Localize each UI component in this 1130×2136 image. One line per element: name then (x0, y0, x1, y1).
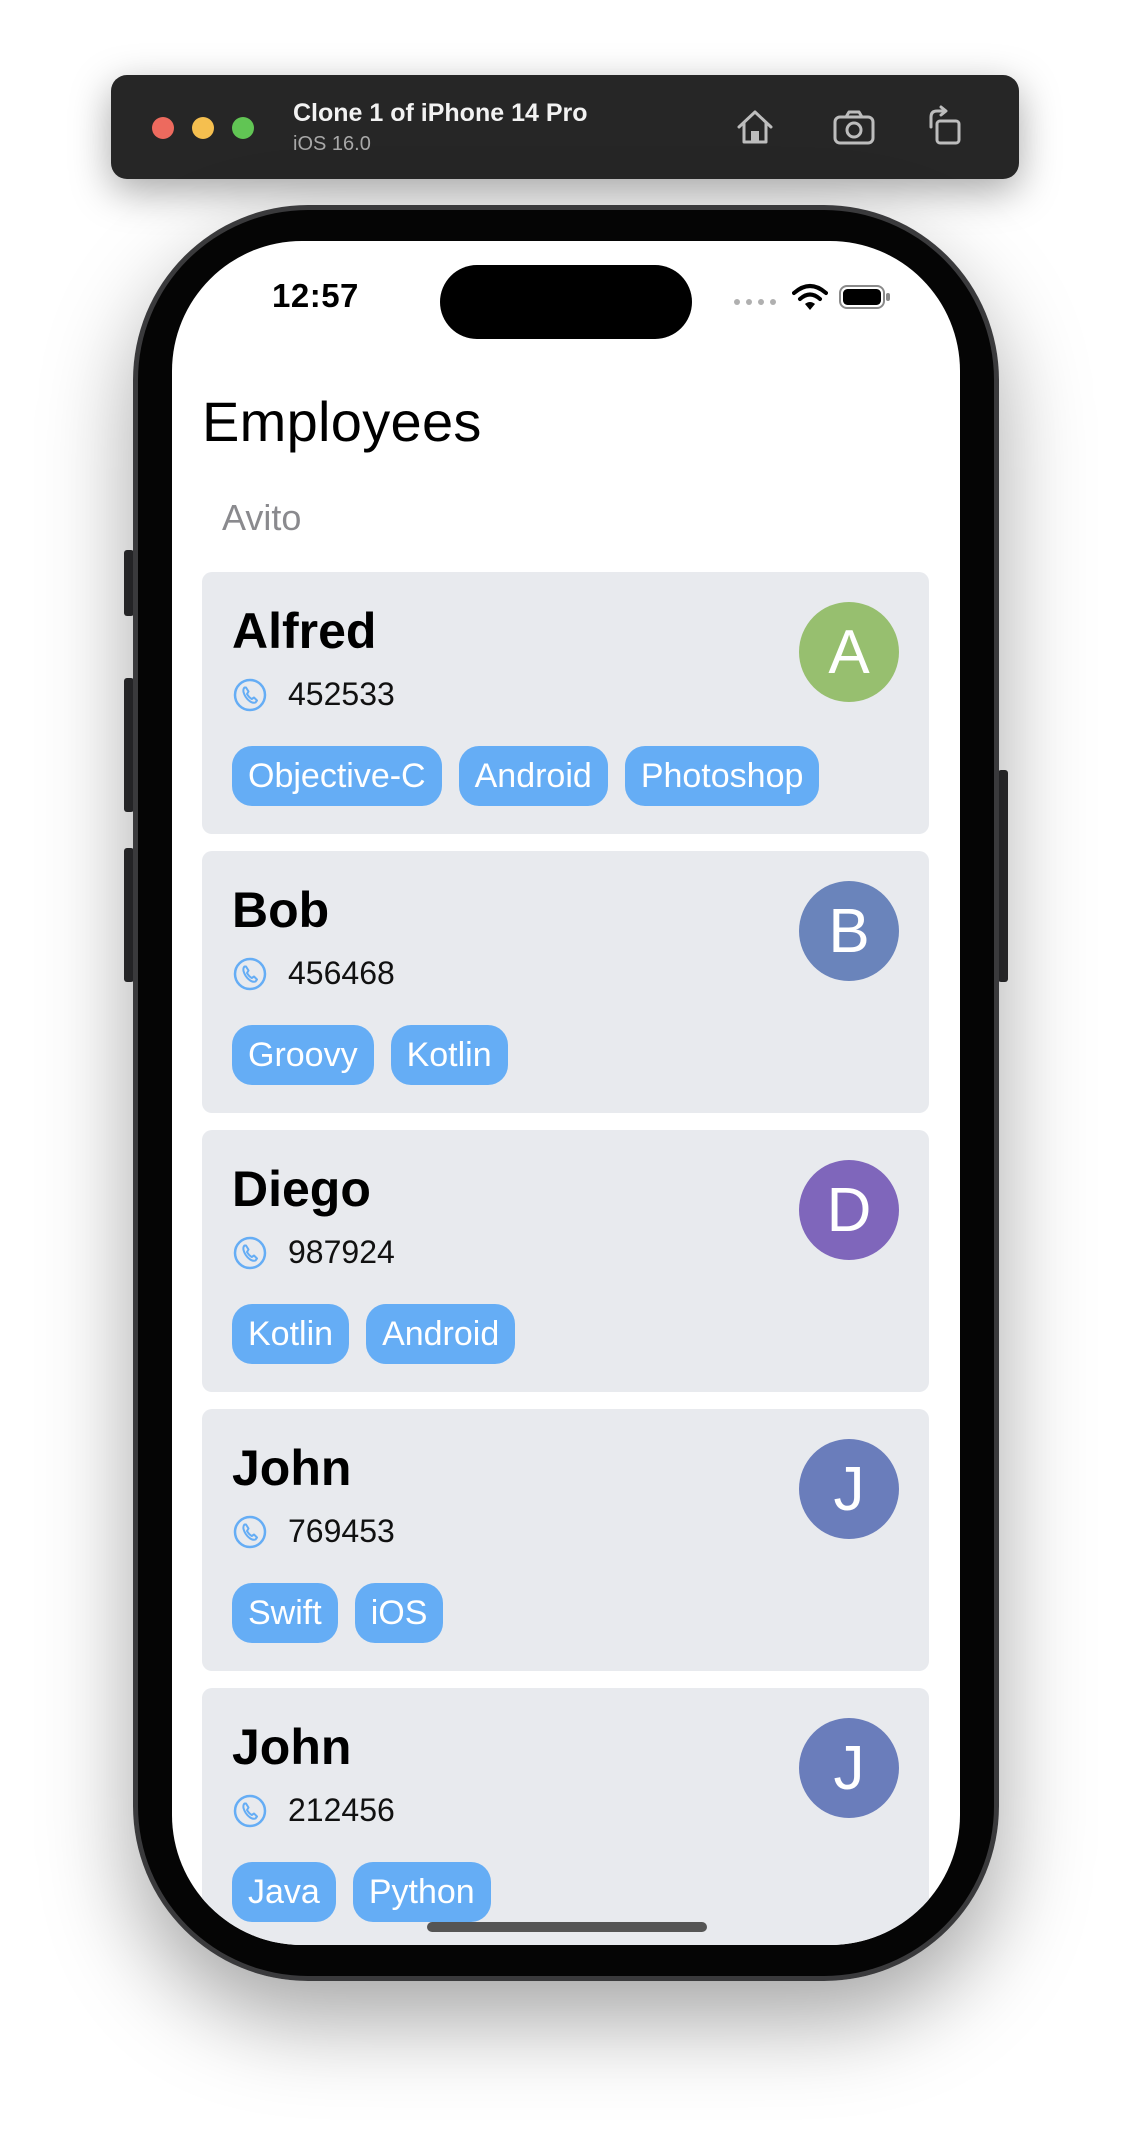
skill-tag: iOS (354, 1583, 444, 1643)
dynamic-island (440, 265, 692, 339)
phone-row: 987924 (232, 1234, 395, 1271)
zoom-window-button[interactable] (232, 117, 254, 139)
phone-row: 452533 (232, 676, 395, 713)
phone-screen: 12:57 Employees Avito Alfred 452533 Object… (172, 241, 960, 1945)
skill-tag: Photoshop (624, 746, 820, 806)
power-button (998, 770, 1008, 982)
section-header: Avito (222, 497, 302, 538)
employee-card[interactable]: John 769453 Swift iOS J (202, 1409, 929, 1671)
skill-tag: Java (232, 1862, 336, 1922)
phone-number: 452533 (288, 676, 395, 712)
phone-row: 769453 (232, 1513, 395, 1550)
employee-card[interactable]: John 212456 Java Python J (202, 1688, 929, 1945)
avatar: B (799, 881, 899, 981)
phone-number: 456468 (288, 955, 395, 991)
avatar: J (799, 1718, 899, 1818)
skill-tags: Kotlin Android (232, 1304, 516, 1364)
avatar: D (799, 1160, 899, 1260)
phone-icon (232, 1793, 268, 1829)
phone-row: 456468 (232, 955, 395, 992)
skill-tag: Python (352, 1862, 491, 1922)
skill-tag: Swift (232, 1583, 338, 1643)
screenshot-button[interactable] (831, 103, 879, 151)
skill-tags: Groovy Kotlin (232, 1025, 508, 1085)
simulator-toolbar: Clone 1 of iPhone 14 Pro iOS 16.0 (111, 75, 1019, 179)
phone-number: 212456 (288, 1792, 395, 1828)
phone-icon (232, 677, 268, 713)
phone-icon (232, 1235, 268, 1271)
skill-tags: Objective-C Android Photoshop (232, 746, 820, 806)
skill-tags: Swift iOS (232, 1583, 444, 1643)
phone-number: 987924 (288, 1234, 395, 1270)
employee-name: Diego (232, 1161, 371, 1217)
wifi-icon (792, 284, 828, 310)
close-window-button[interactable] (152, 117, 174, 139)
page-title: Employees (202, 390, 482, 453)
skill-tag: Kotlin (232, 1304, 350, 1364)
status-time: 12:57 (272, 277, 359, 314)
employee-name: Bob (232, 882, 330, 938)
avatar: A (799, 602, 899, 702)
avatar: J (799, 1439, 899, 1539)
skill-tag: Groovy (232, 1025, 374, 1085)
skill-tag: Android (366, 1304, 516, 1364)
signal-dots-icon (734, 299, 776, 305)
employee-list[interactable]: Alfred 452533 Objective-C Android Photoshop A… (202, 572, 929, 1945)
skill-tag: Kotlin (390, 1025, 508, 1085)
employee-name: Alfred (232, 603, 377, 659)
phone-row: 212456 (232, 1792, 395, 1829)
employee-card[interactable]: Bob 456468 Groovy Kotlin B (202, 851, 929, 1113)
employee-name: John (232, 1719, 352, 1775)
phone-icon (232, 1514, 268, 1550)
minimize-window-button[interactable] (192, 117, 214, 139)
phone-number: 769453 (288, 1513, 395, 1549)
home-icon (737, 110, 773, 144)
employee-card[interactable]: Diego 987924 Kotlin Android D (202, 1130, 929, 1392)
rotate-button[interactable] (921, 103, 969, 151)
simulator-subtitle: iOS 16.0 (293, 133, 371, 155)
rotate-icon (929, 105, 961, 145)
home-button[interactable] (731, 103, 779, 151)
home-indicator[interactable] (427, 1922, 707, 1932)
battery-icon (839, 285, 890, 309)
status-icons (734, 283, 892, 311)
employee-card[interactable]: Alfred 452533 Objective-C Android Photoshop A (202, 572, 929, 834)
employee-name: John (232, 1440, 352, 1496)
skill-tag: Objective-C (232, 746, 442, 806)
skill-tags: Java Python (232, 1862, 491, 1922)
skill-tag: Android (458, 746, 608, 806)
simulator-title: Clone 1 of iPhone 14 Pro (293, 99, 588, 127)
phone-icon (232, 956, 268, 992)
screenshot-icon (833, 110, 875, 145)
